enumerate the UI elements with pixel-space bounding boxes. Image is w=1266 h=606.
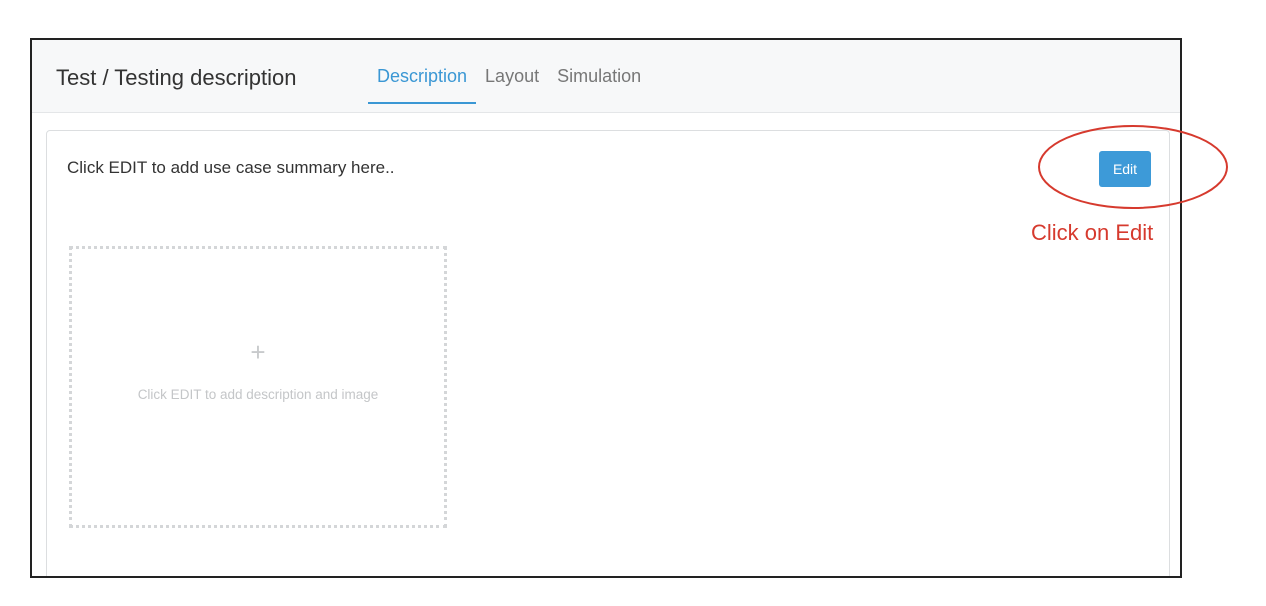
- tab-layout[interactable]: Layout: [476, 40, 548, 112]
- tab-simulation[interactable]: Simulation: [548, 40, 650, 112]
- description-panel: Click EDIT to add use case summary here.…: [46, 130, 1170, 576]
- page-header: Test / Testing description Description L…: [32, 40, 1180, 113]
- plus-icon: +: [250, 337, 266, 367]
- edit-button[interactable]: Edit: [1099, 151, 1151, 187]
- annotation-label: Click on Edit: [1031, 220, 1154, 245]
- use-case-summary: Click EDIT to add use case summary here.…: [67, 158, 395, 177]
- dropzone-label: Click EDIT to add description and image: [137, 387, 379, 402]
- app-window: Test / Testing description Description L…: [30, 38, 1182, 578]
- image-dropzone[interactable]: + Click EDIT to add description and imag…: [69, 246, 447, 528]
- page-title: Test / Testing description: [56, 65, 297, 90]
- tab-bar: Description Layout Simulation: [368, 40, 650, 112]
- tab-description[interactable]: Description: [368, 40, 477, 112]
